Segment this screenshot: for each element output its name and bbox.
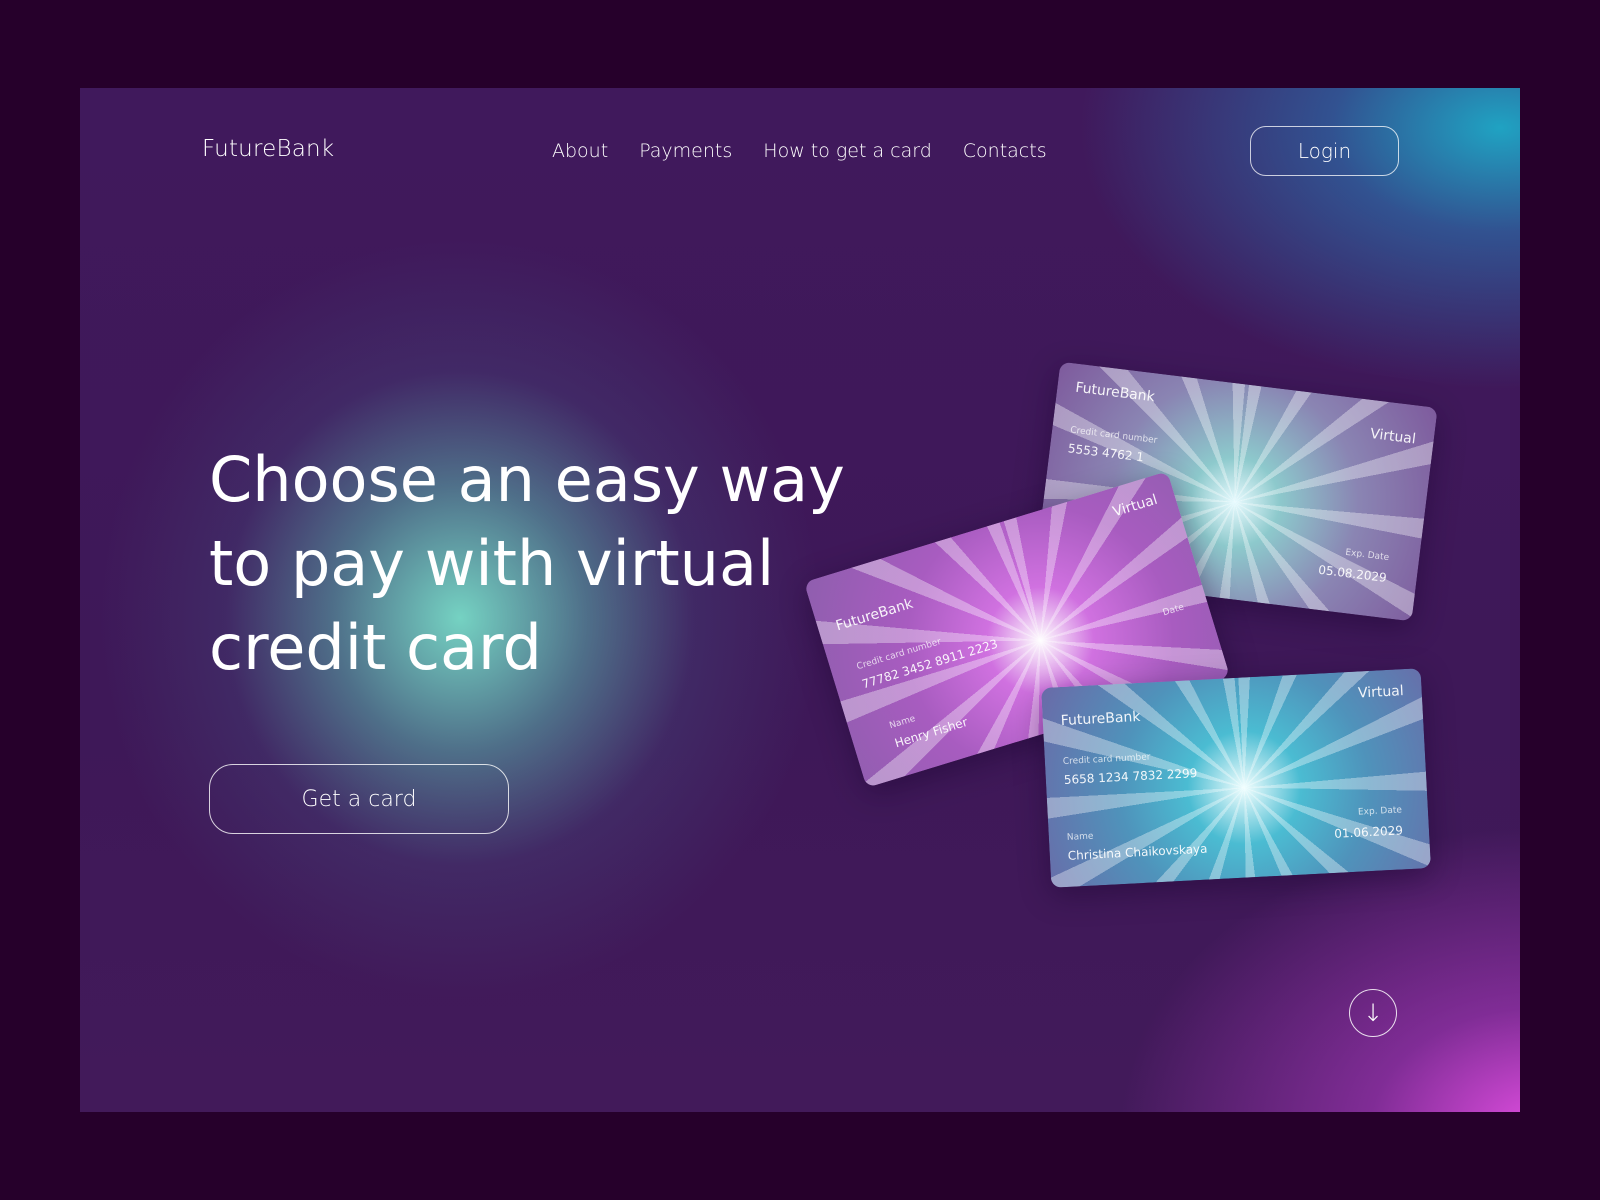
headline-line: to pay with virtual bbox=[209, 527, 775, 600]
headline-line: Choose an easy way bbox=[209, 443, 845, 516]
card-name-label: Name bbox=[1066, 831, 1094, 843]
login-button[interactable]: Login bbox=[1250, 126, 1399, 176]
credit-card-front: FutureBank Virtual Credit card number 56… bbox=[1041, 668, 1431, 888]
headline-line: credit card bbox=[209, 611, 542, 684]
main-nav: About Payments How to get a card Contact… bbox=[552, 140, 1047, 162]
get-a-card-button[interactable]: Get a card bbox=[209, 764, 509, 834]
scroll-down-button[interactable]: ↓ bbox=[1349, 989, 1397, 1037]
logo[interactable]: FutureBank bbox=[202, 136, 334, 162]
hero-section: FutureBank About Payments How to get a c… bbox=[80, 88, 1520, 1112]
arrow-down-icon: ↓ bbox=[1362, 999, 1384, 1027]
hero-headline: Choose an easy way to pay with virtual c… bbox=[209, 438, 909, 690]
nav-payments[interactable]: Payments bbox=[639, 140, 732, 162]
nav-how-to-get-a-card[interactable]: How to get a card bbox=[763, 140, 932, 162]
card-type: Virtual bbox=[1357, 683, 1405, 702]
nav-contacts[interactable]: Contacts bbox=[963, 140, 1047, 162]
nav-about[interactable]: About bbox=[552, 140, 608, 162]
